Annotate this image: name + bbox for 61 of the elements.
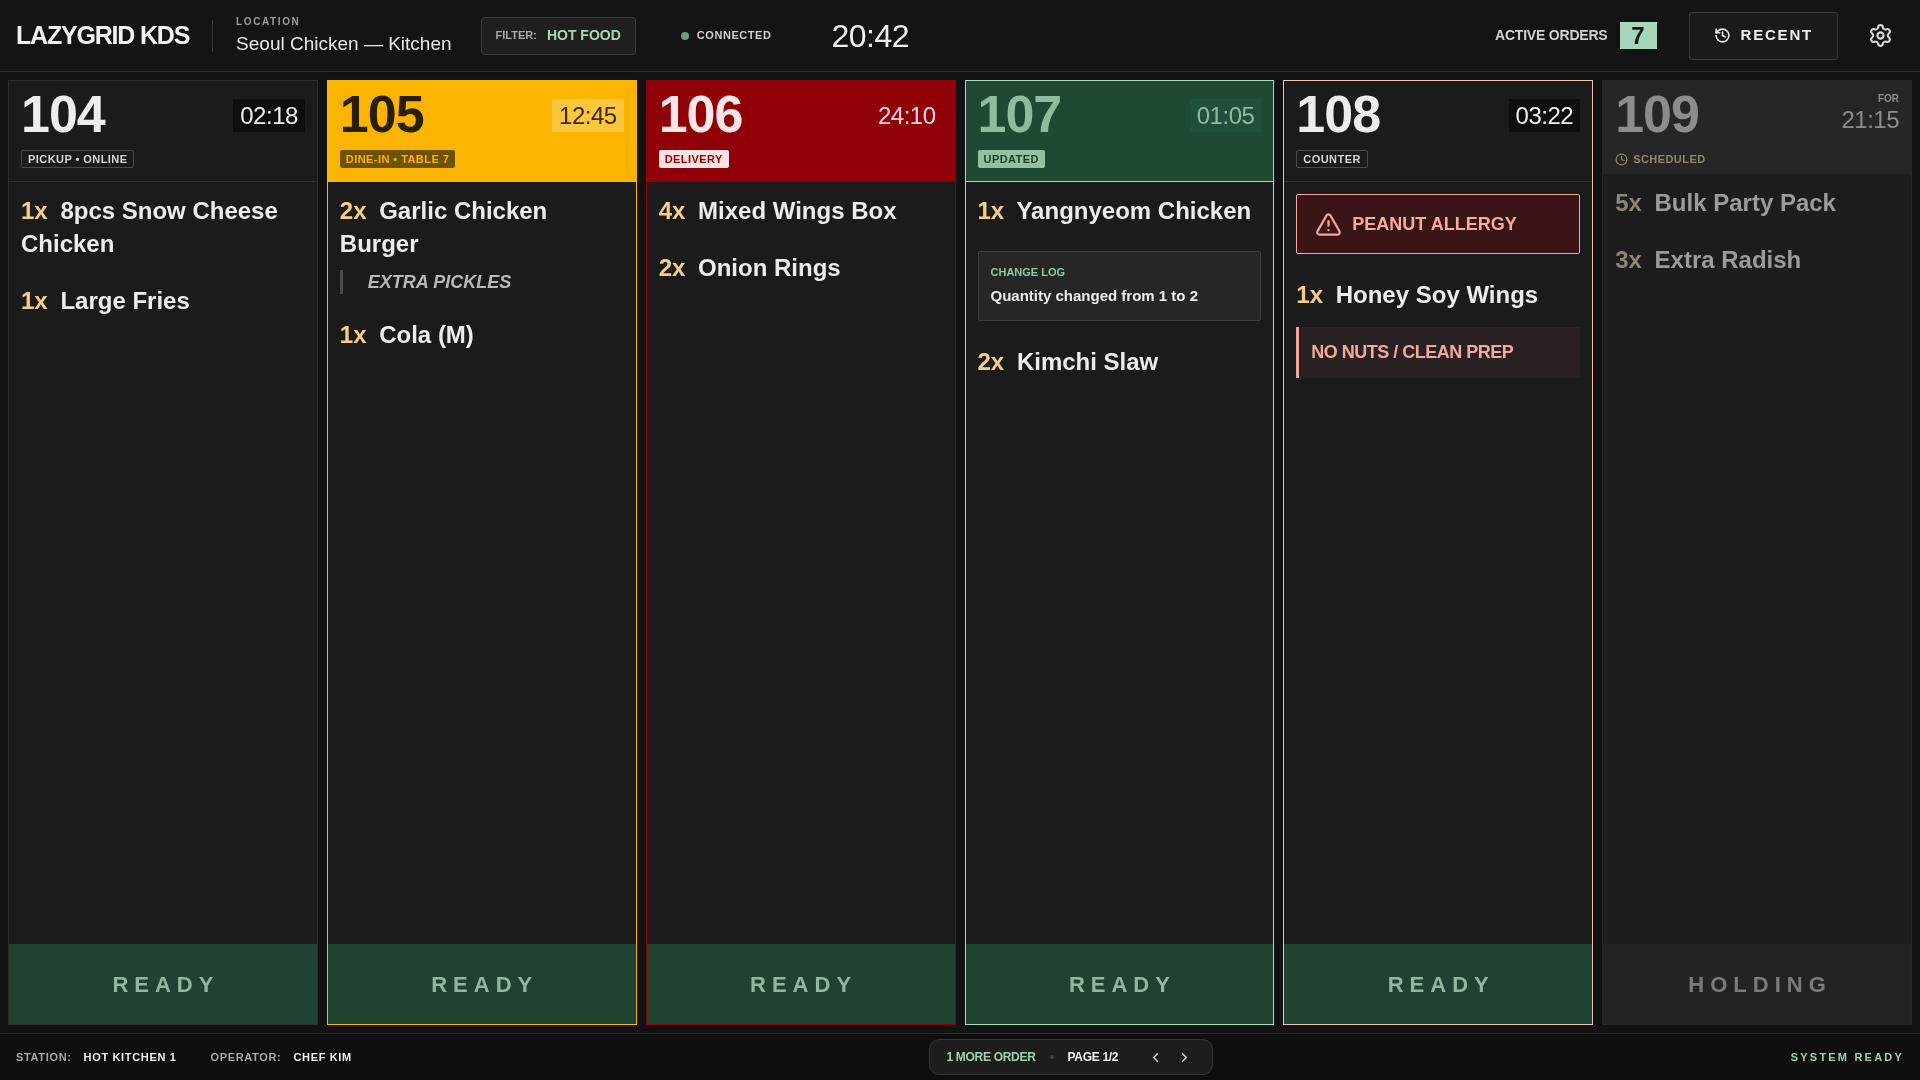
order-item: 4x Mixed Wings Box <box>658 196 898 226</box>
ready-button[interactable]: READY <box>1284 944 1593 1024</box>
order-timer: 12:45 <box>552 99 624 132</box>
system-status: SYSTEM READY <box>1790 1049 1904 1065</box>
connection-status: CONNECTED <box>696 28 772 44</box>
order-item: 5x Bulk Party Pack <box>1615 188 1837 218</box>
ready-button[interactable]: READY <box>327 944 636 1024</box>
station-label: STATION: <box>16 1049 72 1065</box>
order-timer: 02:18 <box>233 99 305 132</box>
order-tag: PICKUP • ONLINE <box>21 150 135 168</box>
order-number: 105 <box>339 88 425 140</box>
timer-label: FOR <box>1877 93 1899 105</box>
order-item: 2x Kimchi Slaw <box>977 347 1160 377</box>
operator-value: CHEF KIM <box>293 1049 352 1065</box>
order-tag: COUNTER <box>1296 150 1368 168</box>
order-tag: DELIVERY <box>658 150 729 168</box>
allergy-text: PEANUT ALLERGY <box>1352 212 1517 236</box>
order-timer: 24:10 <box>876 101 937 131</box>
order-item: 1x Honey Soy Wings <box>1296 280 1540 310</box>
warning-icon <box>1315 210 1343 238</box>
order-tag: DINE-IN • TABLE 7 <box>339 150 456 168</box>
order-item: 1x Cola (M) <box>339 320 475 350</box>
ready-button[interactable]: READY <box>965 944 1274 1024</box>
order-item: 1x Large Fries <box>21 286 191 316</box>
app-logo: LAZYGRID KDS <box>16 19 190 51</box>
ready-button[interactable]: HOLDING <box>1603 944 1911 1024</box>
more-orders-link[interactable]: 1 MORE ORDER <box>946 1048 1036 1066</box>
order-number: 107 <box>977 88 1062 140</box>
clock-icon <box>1615 152 1629 166</box>
order-item: 1x Yangnyeom Chicken <box>977 196 1253 226</box>
order-item: 3x Extra Radish <box>1615 245 1803 275</box>
active-orders-count: 7 <box>1619 22 1657 49</box>
filter-button[interactable]: FILTER: HOT FOOD <box>480 16 636 55</box>
change-log-text: Quantity changed from 1 to 2 <box>990 286 1200 306</box>
station-value: HOT KITCHEN 1 <box>83 1049 177 1065</box>
order-number: 109 <box>1615 88 1700 140</box>
order-item: 1x 8pcs Snow Cheese Chicken <box>21 196 279 259</box>
prep-note: NO NUTS / CLEAN PREP <box>1296 327 1581 378</box>
location-label: LOCATION <box>236 16 302 28</box>
order-tag: SCHEDULED <box>1633 150 1706 168</box>
recent-button[interactable]: RECENT <box>1688 11 1838 60</box>
order-number: 106 <box>658 88 743 140</box>
history-icon <box>1713 27 1731 44</box>
item-modifier: EXTRA PICKLES <box>339 270 624 294</box>
ready-button[interactable]: READY <box>646 944 955 1024</box>
order-item: 2x Garlic Chicken Burger <box>339 196 549 259</box>
change-log-label: CHANGE LOG <box>990 266 1067 279</box>
settings-icon[interactable] <box>1868 23 1893 48</box>
order-timer: 01:05 <box>1189 99 1262 132</box>
location-name: Seoul Chicken — Kitchen <box>236 33 452 55</box>
order-timer: 03:22 <box>1508 99 1581 132</box>
clock-time: 20:42 <box>831 16 909 56</box>
order-number: 104 <box>21 88 107 140</box>
active-orders-label: ACTIVE ORDERS <box>1495 26 1608 45</box>
operator-label: OPERATOR: <box>210 1049 282 1065</box>
order-timer: 21:15 <box>1841 105 1899 135</box>
order-tag: UPDATED <box>977 150 1045 168</box>
page-indicator: PAGE 1/2 <box>1067 1049 1119 1066</box>
order-number: 108 <box>1296 88 1381 140</box>
order-item: 2x Onion Rings <box>658 253 842 283</box>
ready-button[interactable]: READY <box>9 944 317 1024</box>
